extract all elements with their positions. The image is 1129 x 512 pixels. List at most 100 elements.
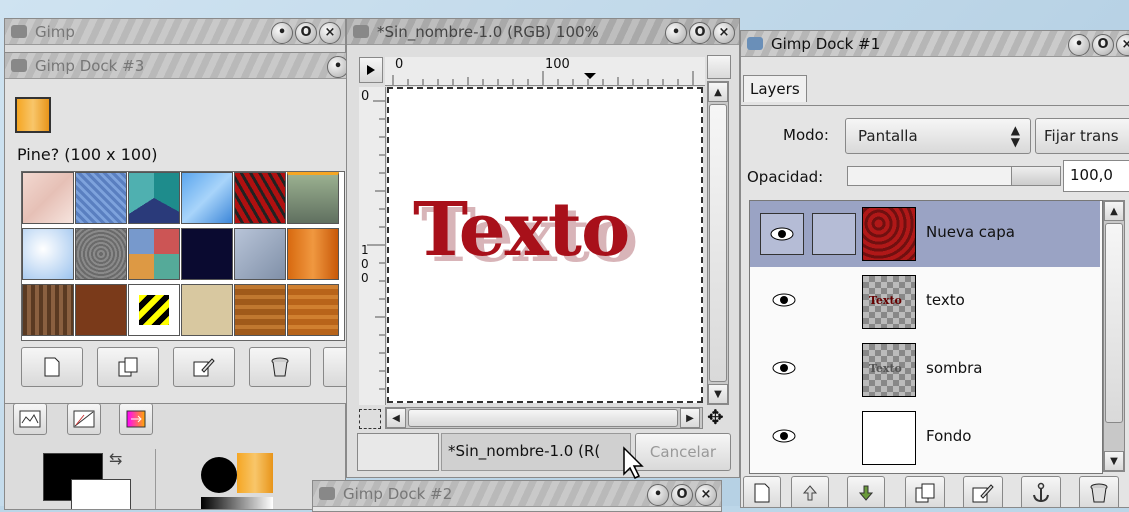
minimize-icon[interactable]: • — [271, 22, 293, 44]
maximize-icon[interactable]: O — [295, 22, 317, 44]
chain-toggle[interactable] — [812, 213, 856, 255]
quick-mask-top[interactable] — [707, 55, 731, 79]
minimize-icon[interactable]: • — [647, 484, 669, 506]
pattern-leather[interactable] — [75, 284, 127, 336]
vertical-scrollbar[interactable]: ▲ ▼ — [707, 81, 729, 405]
brush-preview-icon[interactable] — [201, 457, 237, 493]
layer-row[interactable]: Nueva capa — [750, 201, 1100, 267]
scroll-left-arrow[interactable]: ◀ — [386, 408, 406, 428]
tool-button-2[interactable] — [67, 403, 101, 435]
window-menu-icon[interactable] — [11, 25, 27, 38]
dock1-titlebar[interactable]: Gimp Dock #1 • O × — [741, 31, 1129, 57]
image-titlebar[interactable]: *Sin_nombre-1.0 (RGB) 100% • O × — [347, 19, 739, 45]
window-menu-icon[interactable] — [747, 37, 763, 50]
window-menu-icon[interactable] — [11, 59, 27, 72]
duplicate-layer-button[interactable] — [905, 476, 945, 507]
layers-scrollbar[interactable]: ▲ ▼ — [1103, 200, 1125, 472]
scroll-down-arrow[interactable]: ▼ — [1104, 451, 1124, 471]
scroll-right-arrow[interactable]: ▶ — [680, 408, 700, 428]
raise-layer-button[interactable] — [791, 476, 829, 507]
pattern-blue-water[interactable] — [181, 172, 233, 224]
selected-pattern-thumb[interactable] — [15, 97, 51, 133]
visibility-toggle[interactable] — [760, 213, 804, 255]
image-menu-button[interactable] — [359, 57, 383, 83]
eye-icon[interactable] — [772, 291, 796, 309]
scroll-thumb[interactable] — [709, 104, 727, 382]
lock-alpha-toggle[interactable]: Fijar trans — [1035, 118, 1129, 154]
edit-pattern-button[interactable] — [173, 347, 235, 387]
close-icon[interactable]: × — [695, 484, 717, 506]
pattern-hazard[interactable] — [128, 284, 180, 336]
window-menu-icon[interactable] — [319, 487, 335, 500]
gradient-preview[interactable] — [201, 497, 273, 509]
lower-layer-button[interactable] — [847, 476, 885, 507]
toolbox-titlebar[interactable]: Gimp • O × — [5, 19, 345, 45]
tool-button-3[interactable] — [119, 403, 153, 435]
pattern-preview[interactable] — [237, 453, 273, 493]
window-menu-icon[interactable] — [353, 25, 369, 38]
arrow-down-icon — [858, 485, 874, 501]
dock3-titlebar[interactable]: Gimp Dock #3 • — [5, 53, 353, 79]
cancel-button[interactable]: Cancelar — [635, 433, 731, 471]
delete-pattern-button[interactable] — [249, 347, 311, 387]
new-layer-button[interactable] — [743, 476, 781, 507]
tab-layers[interactable]: Layers — [743, 75, 807, 102]
pattern-red-maze[interactable] — [234, 172, 286, 224]
anchor-layer-button[interactable] — [1021, 476, 1061, 507]
close-icon[interactable]: × — [1116, 34, 1129, 56]
horizontal-scrollbar[interactable]: ◀ ▶ — [385, 407, 703, 429]
scroll-thumb[interactable] — [1105, 223, 1123, 423]
edit-layer-button[interactable] — [963, 476, 1003, 507]
opacity-spinbox[interactable]: 100,0 — [1063, 160, 1129, 192]
image-canvas[interactable]: Texto Texto — [387, 87, 703, 403]
eye-icon[interactable] — [772, 427, 796, 445]
background-color-swatch[interactable] — [71, 479, 131, 509]
scroll-down-arrow[interactable]: ▼ — [708, 384, 728, 404]
layer-row[interactable]: Fondo — [750, 405, 1100, 471]
duplicate-pattern-button[interactable] — [97, 347, 159, 387]
maximize-icon[interactable]: O — [689, 22, 711, 44]
pattern-cubes[interactable] — [128, 172, 180, 224]
pattern-sky[interactable] — [22, 228, 74, 280]
close-icon[interactable]: × — [319, 22, 341, 44]
pattern-blue-grain[interactable] — [75, 172, 127, 224]
maximize-icon[interactable]: O — [1092, 34, 1114, 56]
layer-thumbnail — [862, 411, 916, 465]
scroll-up-arrow[interactable]: ▲ — [708, 82, 728, 102]
layer-name[interactable]: sombra — [926, 359, 982, 377]
layer-row[interactable]: Texto texto — [750, 269, 1100, 335]
delete-layer-button[interactable] — [1079, 476, 1119, 507]
pattern-walnut[interactable] — [234, 284, 286, 336]
pattern-starfield[interactable] — [181, 228, 233, 280]
tool-button-1[interactable] — [13, 403, 47, 435]
minimize-icon[interactable]: • — [1068, 34, 1090, 56]
layer-row[interactable]: Texto sombra — [750, 337, 1100, 403]
pattern-orange-wood[interactable] — [287, 228, 339, 280]
pattern-sand[interactable] — [181, 284, 233, 336]
dock2-titlebar[interactable]: Gimp Dock #2 • O × — [313, 481, 721, 507]
pattern-granite[interactable] — [75, 228, 127, 280]
pattern-cracked[interactable] — [234, 228, 286, 280]
pattern-marble[interactable] — [22, 172, 74, 224]
swap-colors-icon[interactable]: ⇆ — [109, 449, 122, 468]
layer-name[interactable]: Fondo — [926, 427, 971, 445]
eye-icon[interactable] — [772, 359, 796, 377]
close-icon[interactable]: × — [713, 22, 735, 44]
navigate-icon[interactable]: ✥ — [707, 405, 724, 429]
pattern-stones[interactable] — [287, 172, 339, 224]
new-pattern-button[interactable] — [21, 347, 83, 387]
quick-mask-icon[interactable] — [359, 409, 381, 429]
opacity-slider[interactable] — [847, 166, 1061, 186]
pattern-pine[interactable] — [287, 284, 339, 336]
minimize-icon[interactable]: • — [665, 22, 687, 44]
hscroll-thumb[interactable] — [408, 409, 678, 427]
mode-select[interactable]: Pantalla ▲ ▼ — [845, 118, 1031, 154]
opacity-slider-handle[interactable] — [1011, 167, 1060, 185]
scroll-up-arrow[interactable]: ▲ — [1104, 201, 1124, 221]
layer-name[interactable]: texto — [926, 291, 965, 309]
layer-name[interactable]: Nueva capa — [926, 223, 1015, 241]
pattern-mosaic[interactable] — [128, 228, 180, 280]
layer-thumbnail-text: Texto — [869, 294, 902, 307]
maximize-icon[interactable]: O — [671, 484, 693, 506]
pattern-bark[interactable] — [22, 284, 74, 336]
